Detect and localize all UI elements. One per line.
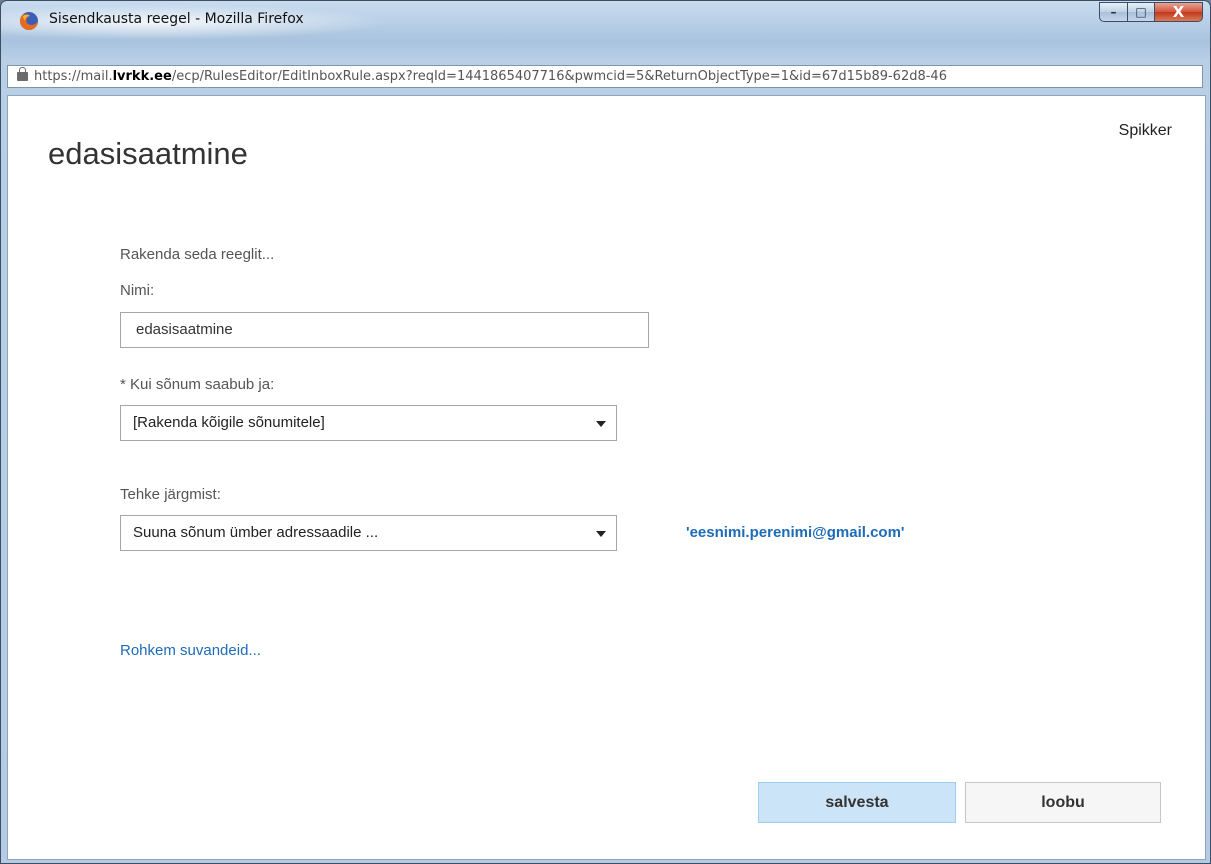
condition-label: * Kui sõnum saabub ja: — [120, 376, 275, 393]
apply-rule-label: Rakenda seda reeglit... — [120, 246, 275, 263]
rule-editor-dialog: edasisaatmine Spikker Rakenda seda reegl… — [8, 96, 1205, 859]
action-select[interactable]: Suuna sõnum ümber adressaadile ... — [120, 515, 617, 551]
window-title: Sisendkausta reegel - Mozilla Firefox — [49, 11, 304, 27]
close-button[interactable]: X — [1154, 2, 1203, 22]
condition-select[interactable]: [Rakenda kõigile sõnumitele] — [120, 405, 617, 441]
action-label: Tehke järgmist: — [120, 486, 221, 503]
condition-value: [Rakenda kõigile sõnumitele] — [133, 414, 325, 431]
title-bar[interactable]: Sisendkausta reegel - Mozilla Firefox – … — [1, 1, 1210, 41]
minimize-icon: – — [1110, 5, 1117, 19]
page-title: edasisaatmine — [48, 136, 248, 171]
address-bar[interactable]: https://mail.lvrkk.ee/ecp/RulesEditor/Ed… — [7, 65, 1203, 88]
caption-buttons: – □ X — [1099, 2, 1203, 22]
close-icon: X — [1172, 3, 1185, 21]
name-input[interactable]: edasisaatmine — [120, 312, 649, 348]
cancel-button[interactable]: loobu — [965, 782, 1161, 823]
name-label: Nimi: — [120, 282, 155, 299]
minimize-button[interactable]: – — [1099, 2, 1127, 22]
firefox-icon — [20, 12, 38, 30]
maximize-icon: □ — [1135, 5, 1147, 19]
url-prefix: https://mail. — [34, 69, 113, 84]
lock-icon — [17, 67, 28, 81]
more-options-link[interactable]: Rohkem suvandeid... — [120, 642, 261, 659]
chevron-down-icon — [596, 421, 606, 427]
url-host: lvrkk.ee — [112, 69, 172, 84]
save-button[interactable]: salvesta — [758, 782, 956, 823]
maximize-button[interactable]: □ — [1127, 2, 1154, 22]
browser-window: Sisendkausta reegel - Mozilla Firefox – … — [0, 0, 1211, 864]
redirect-address-link[interactable]: 'eesnimi.perenimi@gmail.com' — [686, 524, 905, 541]
url-path: /ecp/RulesEditor/EditInboxRule.aspx?reqI… — [171, 69, 947, 84]
action-value: Suuna sõnum ümber adressaadile ... — [133, 524, 379, 541]
help-link[interactable]: Spikker — [1119, 122, 1172, 140]
chevron-down-icon — [596, 531, 606, 537]
